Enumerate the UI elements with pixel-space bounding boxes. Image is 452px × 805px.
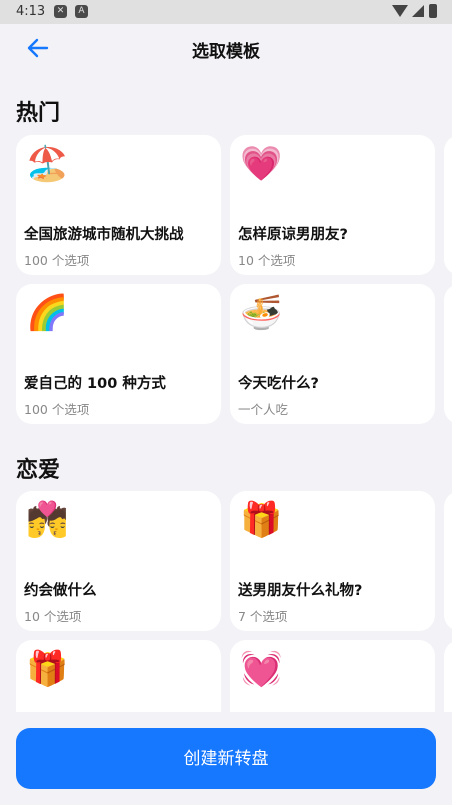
template-card[interactable]: 🏖️ 全国旅游城市随机大挑战 100 个选项 xyxy=(16,135,221,275)
rainbow-icon: 🌈 xyxy=(26,293,69,333)
template-name: 约会做什么 xyxy=(24,583,97,599)
status-bar: 4:13 ✕ A xyxy=(0,0,452,24)
battery-icon xyxy=(429,4,437,18)
create-wheel-button[interactable]: 创建新转盘 xyxy=(16,728,436,789)
kiss-couple-icon: 💏 xyxy=(26,500,69,540)
bottom-bar: 创建新转盘 xyxy=(0,712,452,805)
template-card[interactable]: 💗 怎样原谅男朋友? 10 个选项 xyxy=(230,135,435,275)
template-card-peek[interactable] xyxy=(444,135,452,275)
shield-icon: ✕ xyxy=(54,5,67,18)
template-card[interactable]: 🌈 爱自己的 100 种方式 100 个选项 xyxy=(16,284,221,424)
page-title: 选取模板 xyxy=(192,42,260,62)
noodle-bowl-icon: 🍜 xyxy=(240,293,283,333)
template-name: 怎样原谅男朋友? xyxy=(238,227,348,243)
beach-umbrella-icon: 🏖️ xyxy=(26,144,69,184)
template-name: 今天吃什么? xyxy=(238,376,319,392)
template-card[interactable]: 🎁 送男朋友什么礼物? 7 个选项 xyxy=(230,491,435,631)
status-time: 4:13 xyxy=(16,4,46,19)
wifi-icon xyxy=(392,5,408,17)
template-option-count: 7 个选项 xyxy=(238,609,288,624)
gift-icon: 🎁 xyxy=(26,649,69,689)
section-title-love: 恋爱 xyxy=(16,458,61,483)
app-bar: 选取模板 xyxy=(0,24,452,72)
cell-signal-icon xyxy=(412,5,424,17)
beating-heart-icon: 💓 xyxy=(240,649,283,689)
template-option-count: 100 个选项 xyxy=(24,402,90,417)
heart-icon: 💗 xyxy=(240,144,283,184)
template-option-count: 一个人吃 xyxy=(238,402,289,417)
template-name: 全国旅游城市随机大挑战 xyxy=(24,227,184,243)
template-card[interactable]: 💏 约会做什么 10 个选项 xyxy=(16,491,221,631)
template-card[interactable]: 🍜 今天吃什么? 一个人吃 xyxy=(230,284,435,424)
template-option-count: 10 个选项 xyxy=(24,609,82,624)
gift-icon: 🎁 xyxy=(240,500,283,540)
template-option-count: 100 个选项 xyxy=(24,253,90,268)
section-title-hot: 热门 xyxy=(16,101,61,126)
template-name: 爱自己的 100 种方式 xyxy=(24,376,166,392)
template-card-peek[interactable] xyxy=(444,491,452,631)
template-card-peek[interactable] xyxy=(444,284,452,424)
template-option-count: 10 个选项 xyxy=(238,253,296,268)
app-a-icon: A xyxy=(75,5,88,18)
template-name: 送男朋友什么礼物? xyxy=(238,583,363,599)
